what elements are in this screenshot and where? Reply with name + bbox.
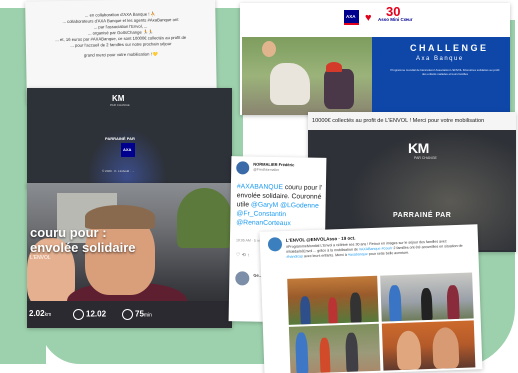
amount-value: 12.02 xyxy=(86,309,107,319)
tree-background xyxy=(177,188,232,248)
tweet-author: L'ENVOL @ENVOLAsso · 19 oct. xyxy=(285,235,356,243)
person-figure xyxy=(420,287,433,321)
tweet-actions: ♡ ⟲ ↑ xyxy=(235,252,250,259)
person-figure xyxy=(327,297,338,324)
photo-group xyxy=(288,323,381,373)
distance-value: 2.02 xyxy=(29,309,45,318)
tweet-author: NORMALIER Frédéric xyxy=(253,161,295,168)
distance-unit: km xyxy=(44,312,52,318)
time-unit: min xyxy=(143,312,152,319)
km-logo-sub: PAR CHANGE xyxy=(110,103,130,107)
challenge-body: Programme mondial de bénévolat 2 Associa… xyxy=(390,68,500,77)
tweet-hashtag: #axabanque xyxy=(347,252,368,257)
km-sponsor-card-left: KM PAR CHANGE PARRAINÉ PAR AXA © 2020 · … xyxy=(27,88,232,188)
tweet-envol: L'ENVOL @ENVOLAsso · 19 oct. #ProgrammeM… xyxy=(259,224,483,373)
km-logo-sub: PAR CHANGE xyxy=(414,156,437,160)
wheelchair-figure xyxy=(324,69,354,109)
tweet-text-part: pour cette belle aventure. xyxy=(367,250,410,257)
axa-logo-text: AXA xyxy=(123,147,132,152)
challenge-title: CHALLENGE xyxy=(410,43,489,53)
km-logo: KM xyxy=(408,140,429,156)
axa-red-stripe xyxy=(344,23,359,25)
km-logo: KM xyxy=(112,94,125,103)
person-figure xyxy=(431,326,460,369)
tweet-hashtag: #handicap xyxy=(286,254,304,259)
selfie-run-card: couru pour : envolée solidaire L'ENVOL 2… xyxy=(27,183,232,328)
caption: © 2020 · K. Lindvold · ... xyxy=(102,169,135,173)
time-value: 75 xyxy=(135,309,144,319)
photo-autumn-trees xyxy=(287,275,379,325)
avatar xyxy=(267,237,283,252)
amount-stat: 12.02 xyxy=(73,309,106,320)
avatar xyxy=(236,161,250,175)
reply-avatar xyxy=(235,271,250,286)
person-figure xyxy=(299,296,311,325)
horse-figure xyxy=(270,63,310,105)
person-figure xyxy=(349,292,362,323)
photo-walk xyxy=(380,272,474,322)
headline-line-1: couru pour : xyxy=(30,225,107,240)
red-hat-figure xyxy=(326,62,342,72)
tweet-hashtag: #AXABANQUE xyxy=(236,183,284,192)
tweet-photo-grid xyxy=(287,272,476,373)
anniversary-number: 30 xyxy=(386,4,401,19)
photo-smiling-child xyxy=(381,320,476,371)
tweet-body: #AXABANQUE couru pour l' envolée solidai… xyxy=(236,182,325,229)
heart-icon: ♥ xyxy=(365,12,372,24)
run-subtitle: L'ENVOL xyxy=(30,255,51,261)
person-figure xyxy=(388,284,402,322)
post-line: grand merci pour votre mobilisation ! 💛 xyxy=(83,51,159,58)
time-stat: 75min xyxy=(122,309,152,320)
clock-icon xyxy=(122,309,133,320)
distance-stat: 2.02km xyxy=(29,309,51,318)
headline-line-2: envolée solidaire xyxy=(30,240,136,255)
axa-logo: AXA xyxy=(121,143,135,157)
collage-canvas: ... en collaboration d'AXA Banque ! ⛹ ..… xyxy=(0,0,518,373)
sponsor-label: PARRAINÉ PAR xyxy=(393,212,452,219)
girl-figure xyxy=(262,41,276,57)
euro-circle-icon xyxy=(73,309,84,320)
post-text: 10000€ collectés au profit de L'ENVOL ! … xyxy=(312,118,485,124)
challenge-subtitle: Axa Banque xyxy=(416,56,464,62)
run-stats-bar: 2.02km 12.02 75min xyxy=(27,301,232,328)
sponsor-label: PARRAINÉ PAR xyxy=(105,136,135,141)
tweet-text-part: avec leurs enfants. Merci à xyxy=(302,252,349,259)
person-figure xyxy=(295,332,309,373)
axa-logo-text: AXA xyxy=(346,14,356,19)
run-headline: couru pour : envolée solidaire xyxy=(30,225,136,255)
tweet-handle: @FredNormalier xyxy=(253,167,280,173)
challenge-axa-card: AXA ♥ Asso Mini Cœur 30 CHALLENGE Axa Ba… xyxy=(240,3,510,115)
person-figure xyxy=(446,284,460,320)
person-figure xyxy=(345,332,359,372)
child-figure xyxy=(396,330,422,371)
person-figure xyxy=(319,337,331,373)
